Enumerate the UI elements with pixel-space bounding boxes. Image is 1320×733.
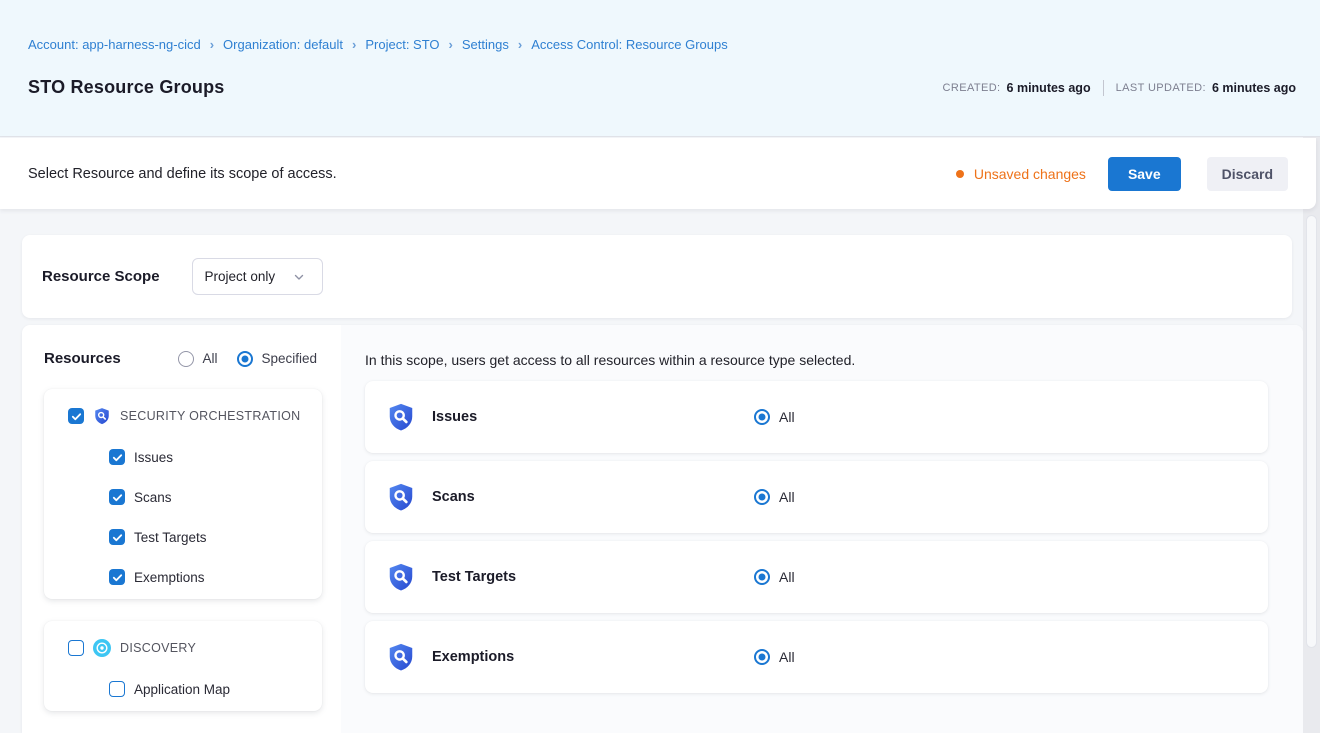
access-all-label: All	[779, 489, 795, 505]
item-label: Test Targets	[134, 530, 207, 545]
discard-button[interactable]: Discard	[1207, 157, 1288, 191]
radio-label: All	[202, 351, 217, 366]
resources-title: Resources	[44, 350, 121, 367]
resource-type-item: Application Map	[109, 681, 308, 697]
resource-type-item: Test Targets	[109, 529, 308, 545]
resource-scope-label: Resource Scope	[42, 268, 160, 285]
sto-shield-icon	[386, 642, 416, 672]
resource-group-header: DISCOVERY	[68, 639, 308, 657]
sto-shield-icon	[386, 482, 416, 512]
breadcrumb-link[interactable]: Organization: default	[223, 37, 343, 52]
chevron-down-icon	[293, 271, 305, 283]
access-all-radio[interactable]	[754, 649, 770, 665]
resource-row-label: Scans	[432, 489, 754, 505]
item-label: Issues	[134, 450, 173, 465]
access-all-radio[interactable]	[754, 569, 770, 585]
scrollbar-thumb[interactable]	[1306, 215, 1317, 648]
resource-row: Exemptions All	[365, 621, 1268, 693]
unsaved-changes-label: Unsaved changes	[974, 166, 1086, 182]
toolbar: Select Resource and define its scope of …	[0, 138, 1316, 209]
resource-group-card: SECURITY ORCHESTRATION Issues Scans Test Ta…	[44, 389, 322, 599]
save-button[interactable]: Save	[1108, 157, 1181, 191]
resource-type-item: Exemptions	[109, 569, 308, 585]
radio-label: Specified	[261, 351, 317, 366]
breadcrumb-link[interactable]: Settings	[462, 37, 509, 52]
item-checkbox[interactable]	[109, 489, 125, 505]
radio-option-specified[interactable]: Specified	[237, 351, 317, 367]
unsaved-dot-icon	[956, 170, 964, 178]
sto-shield-icon	[386, 562, 416, 592]
access-all-radio[interactable]	[754, 489, 770, 505]
resource-groups: SECURITY ORCHESTRATION Issues Scans Test Ta…	[44, 389, 341, 711]
item-checkbox[interactable]	[109, 681, 125, 697]
access-all-label: All	[779, 569, 795, 585]
created-label: CREATED:	[943, 82, 1001, 94]
breadcrumb-separator-icon: ›	[449, 37, 453, 52]
resources-sidebar: Resources All Specified SECURITY ORCHESTR…	[22, 325, 341, 733]
item-checkbox[interactable]	[109, 529, 125, 545]
access-all-radio[interactable]	[754, 409, 770, 425]
resource-rows: IssuesAllScansAllTest TargetsAllExemptio…	[365, 381, 1268, 693]
resources-header: Resources All Specified	[44, 350, 341, 367]
content-panel: Resources All Specified SECURITY ORCHESTR…	[22, 325, 1303, 733]
scope-description: In this scope, users get access to all r…	[365, 352, 1268, 368]
title-row: STO Resource Groups CREATED: 6 minutes a…	[28, 77, 1296, 98]
created-value: 6 minutes ago	[1007, 81, 1091, 95]
page-header: Account: app-harness-ng-cicd › Organizatio…	[0, 0, 1320, 137]
radio-icon	[237, 351, 253, 367]
item-checkbox[interactable]	[109, 569, 125, 585]
resource-scope-value: Project only	[205, 269, 276, 284]
resource-row-label: Test Targets	[432, 569, 754, 585]
radio-icon	[178, 351, 194, 367]
resource-row: Test Targets All	[365, 541, 1268, 613]
breadcrumb-separator-icon: ›	[210, 37, 214, 52]
scope-detail-area: In this scope, users get access to all r…	[341, 325, 1303, 733]
breadcrumb-link[interactable]: Project: STO	[365, 37, 439, 52]
item-label: Application Map	[134, 682, 230, 697]
resource-type-item: Scans	[109, 489, 308, 505]
resource-group-header: SECURITY ORCHESTRATION	[68, 407, 308, 425]
access-all-label: All	[779, 409, 795, 425]
sto-shield-icon	[386, 402, 416, 432]
resource-scope-card: Resource Scope Project only	[22, 235, 1292, 318]
breadcrumb-separator-icon: ›	[518, 37, 522, 52]
toolbar-actions: Unsaved changes Save Discard	[956, 157, 1288, 191]
resource-row-label: Issues	[432, 409, 754, 425]
resource-row: Scans All	[365, 461, 1268, 533]
discovery-icon	[93, 639, 111, 657]
resource-scope-select[interactable]: Project only	[192, 258, 323, 295]
group-checkbox[interactable]	[68, 640, 84, 656]
resources-radio-group: All Specified	[178, 351, 317, 367]
meta-info: CREATED: 6 minutes ago LAST UPDATED: 6 m…	[943, 80, 1296, 96]
resource-group-card: DISCOVERY Application Map	[44, 621, 322, 711]
group-label: SECURITY ORCHESTRATION	[120, 409, 300, 423]
sto-shield-icon	[93, 407, 111, 425]
item-label: Scans	[134, 490, 172, 505]
item-label: Exemptions	[134, 570, 205, 585]
breadcrumb-link[interactable]: Access Control: Resource Groups	[531, 37, 728, 52]
resource-row: Issues All	[365, 381, 1268, 453]
item-checkbox[interactable]	[109, 449, 125, 465]
resource-row-label: Exemptions	[432, 649, 754, 665]
group-label: DISCOVERY	[120, 641, 196, 655]
access-all-label: All	[779, 649, 795, 665]
scrollbar-track[interactable]	[1303, 137, 1320, 733]
breadcrumb: Account: app-harness-ng-cicd › Organizatio…	[28, 37, 728, 52]
meta-divider	[1103, 80, 1104, 96]
resource-type-item: Issues	[109, 449, 308, 465]
breadcrumb-link[interactable]: Account: app-harness-ng-cicd	[28, 37, 201, 52]
last-updated-label: LAST UPDATED:	[1116, 82, 1206, 94]
group-checkbox[interactable]	[68, 408, 84, 424]
radio-option-all[interactable]: All	[178, 351, 217, 367]
unsaved-changes-indicator: Unsaved changes	[956, 166, 1086, 182]
last-updated-value: 6 minutes ago	[1212, 81, 1296, 95]
toolbar-description: Select Resource and define its scope of …	[28, 166, 337, 182]
breadcrumb-separator-icon: ›	[352, 37, 356, 52]
page-title: STO Resource Groups	[28, 77, 225, 98]
